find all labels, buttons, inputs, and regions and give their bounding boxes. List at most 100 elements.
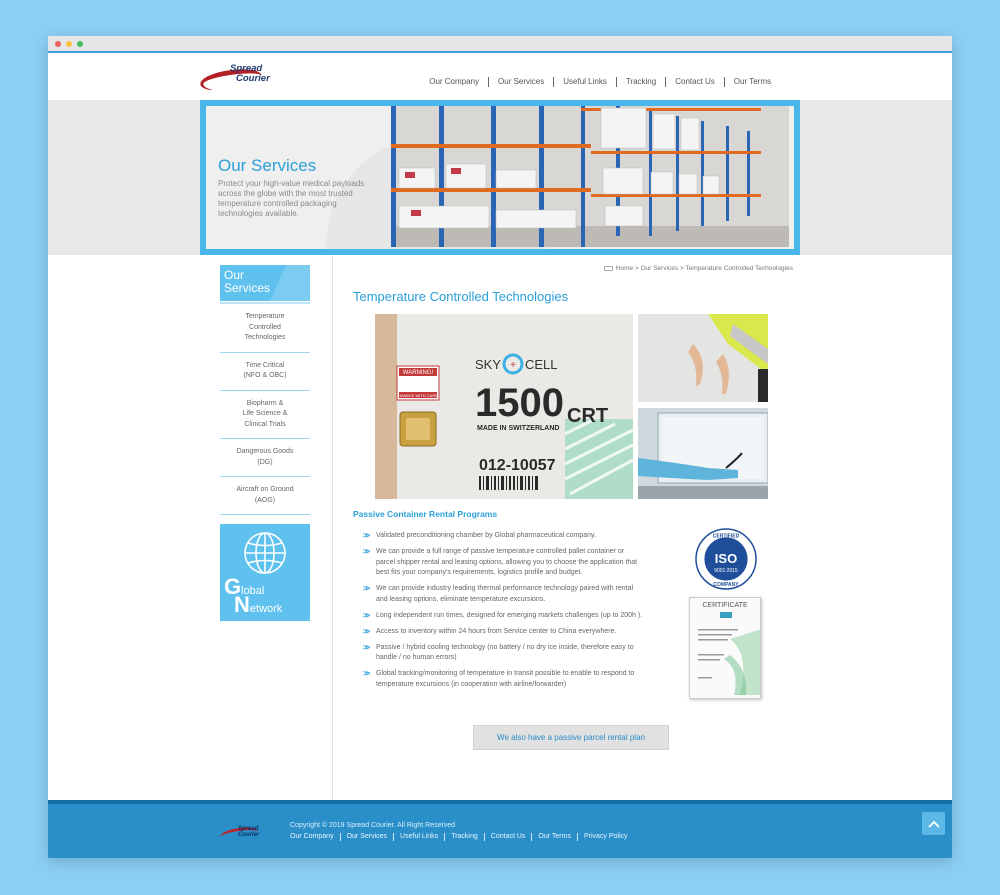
list-item-text: Global tracking/monitoring of temperatur… [376, 670, 635, 688]
list-item: >> Long independent run times, designed f… [363, 611, 643, 622]
iso-top-text: CERTIFIED [713, 534, 740, 540]
list-item-text: We can provide industry leading thermal … [376, 585, 634, 603]
sidebar-item-label: (DG) [257, 458, 273, 466]
list-item: >> We can provide a full range of passive… [363, 547, 643, 579]
content-area: Our Services Temperature Controlled Tech… [48, 255, 952, 800]
breadcrumb-text[interactable]: Home > Our Services > Temperature Contro… [616, 265, 793, 272]
window-titlebar [48, 36, 952, 51]
sidebar-item-label: Time Critical [245, 361, 285, 369]
nav-tracking[interactable]: Tracking [615, 77, 665, 87]
sidebar-item-label: Aircraft on Ground [236, 486, 294, 493]
hero-title: Our Services [218, 156, 317, 175]
double-chevron-icon: >> [363, 642, 370, 652]
features-list: >> Validated preconditioning chamber by G… [363, 531, 643, 696]
hero-description: Protect your high-value medical payloads… [218, 179, 365, 218]
chevron-up-icon [927, 820, 940, 828]
section-title: Passive Container Rental Programs [353, 509, 498, 519]
list-item-text: Access to inventory within 24 hours from… [376, 627, 617, 635]
nav-our-terms[interactable]: Our Terms [723, 77, 780, 87]
copyright-text: Copyright © 2019 Spread Courier. All Rig… [290, 822, 456, 829]
certificate-document-icon [698, 612, 760, 695]
close-window-dot[interactable] [55, 40, 61, 47]
list-item-text: Validated preconditioning chamber by Glo… [376, 532, 596, 539]
gn-word-etwork: etwork [249, 603, 283, 615]
list-item-text: Passive / hybrid cooling technology (no … [376, 643, 634, 662]
serial-number: 012-10057 [479, 457, 556, 474]
footer-logo-word-courier: Courier [238, 832, 260, 838]
list-item: >> Passive / hybrid cooling technology (n… [363, 643, 643, 664]
main-nav: Our Company Our Services Useful Links Tr… [420, 77, 780, 87]
warehouse-photo [391, 106, 789, 247]
scroll-to-top-button[interactable] [922, 812, 945, 835]
sidebar-item-label: Clinical Trials [244, 420, 286, 428]
sidebar-item-label: Controlled [249, 323, 281, 331]
list-item: >> We can provide industry leading therma… [363, 584, 643, 605]
globe-icon [244, 532, 286, 574]
iso-certified-badge: CERTIFIED ISO 9001:2015 COMPANY [695, 528, 757, 590]
double-chevron-icon: >> [363, 531, 370, 540]
sidebar-item-label: Temperature [245, 313, 285, 320]
monitor-tracking-photo [638, 408, 768, 499]
services-sidebar: Our Services Temperature Controlled Tech… [220, 265, 310, 621]
home-icon[interactable] [603, 266, 613, 271]
list-item-text: Long independent run times, designed for… [376, 611, 643, 619]
hero-band: Our Services Protect your high-value med… [48, 100, 952, 255]
breadcrumb: Home > Our Services > Temperature Contro… [603, 265, 793, 272]
sidebar-item-temperature-controlled[interactable]: Temperature Controlled Technologies [220, 304, 310, 353]
double-chevron-icon: >> [363, 669, 370, 678]
sidebar-heading-line1: Our [224, 268, 245, 282]
logo-word-courier: Courier [236, 73, 270, 84]
skycell-container-photo: WARNING! HANDLE WITH CARE SKY + CELL 150… [375, 314, 633, 499]
footer-nav: Our Company Our Services Useful Links Tr… [290, 833, 634, 841]
spread-courier-logo[interactable]: Spread Courier [198, 62, 284, 95]
site-footer: Spread Courier Copyright © 2019 Spread C… [48, 800, 952, 858]
hero-banner: Our Services Protect your high-value med… [200, 100, 800, 255]
footer-link-our-company[interactable]: Our Company [290, 833, 340, 841]
sidebar-item-biopharm[interactable]: Biopharm & Life Science & Clinical Trial… [220, 391, 310, 439]
double-chevron-icon: >> [363, 610, 370, 620]
double-chevron-icon: >> [363, 547, 370, 556]
footer-link-our-terms[interactable]: Our Terms [531, 833, 577, 841]
nav-our-services[interactable]: Our Services [488, 77, 553, 87]
sidebar-item-time-critical[interactable]: Time Critical (NFO & OBC) [220, 353, 310, 391]
double-chevron-icon: >> [363, 626, 370, 636]
sidebar-item-aircraft-on-ground[interactable]: Aircraft on Ground (AOG) [220, 477, 310, 515]
sidebar-item-dangerous-goods[interactable]: Dangerous Goods (DG) [220, 439, 310, 477]
sidebar-item-label: Biopharm & [246, 399, 284, 407]
certificate-thumbnail[interactable]: CERTIFICATE [689, 597, 761, 699]
nav-our-company[interactable]: Our Company [420, 77, 488, 87]
double-chevron-icon: >> [363, 584, 370, 593]
skycell-brand-cell: CELL [525, 357, 558, 372]
site-header: Spread Courier Our Company Our Services … [48, 53, 952, 100]
nav-contact-us[interactable]: Contact Us [665, 77, 724, 87]
footer-link-our-services[interactable]: Our Services [339, 833, 393, 841]
iso-standard: 9001:2015 [714, 568, 738, 574]
list-item-text: We can provide a full range of passive t… [376, 548, 638, 576]
worker-hands-photo [638, 314, 768, 402]
footer-link-useful-links[interactable]: Useful Links [393, 833, 444, 841]
global-network-banner[interactable]: Global Network [220, 524, 310, 621]
svg-text:+: + [510, 360, 516, 371]
footer-logo[interactable]: Spread Courier [219, 824, 270, 844]
sidebar-item-label: (NFO & OBC) [243, 372, 287, 379]
iso-mark: ISO [715, 551, 737, 566]
model-number: 1500 [475, 381, 564, 425]
skycell-brand-sky: SKY [475, 357, 501, 372]
minimize-window-dot[interactable] [66, 40, 72, 47]
model-suffix: CRT [567, 405, 608, 427]
list-item: >> Access to inventory within 24 hours fr… [363, 627, 643, 638]
column-divider [332, 255, 333, 800]
footer-link-tracking[interactable]: Tracking [444, 833, 484, 841]
gn-letter-n: N [234, 592, 250, 617]
parcel-rental-button[interactable]: We also have a passive parcel rental pla… [473, 725, 669, 750]
nav-useful-links[interactable]: Useful Links [553, 77, 616, 87]
maximize-window-dot[interactable] [77, 40, 83, 47]
warning-label: WARNING! [403, 370, 434, 376]
list-item: >> Global tracking/monitoring of temperat… [363, 669, 643, 690]
sidebar-item-label: Life Science & [242, 410, 288, 417]
made-in-label: MADE IN SWITZERLAND [477, 425, 559, 432]
sidebar-item-label: Dangerous Goods [236, 448, 294, 455]
certificate-label: CERTIFICATE [702, 602, 748, 609]
footer-link-contact-us[interactable]: Contact Us [483, 833, 532, 841]
footer-link-privacy-policy[interactable]: Privacy Policy [576, 833, 634, 841]
